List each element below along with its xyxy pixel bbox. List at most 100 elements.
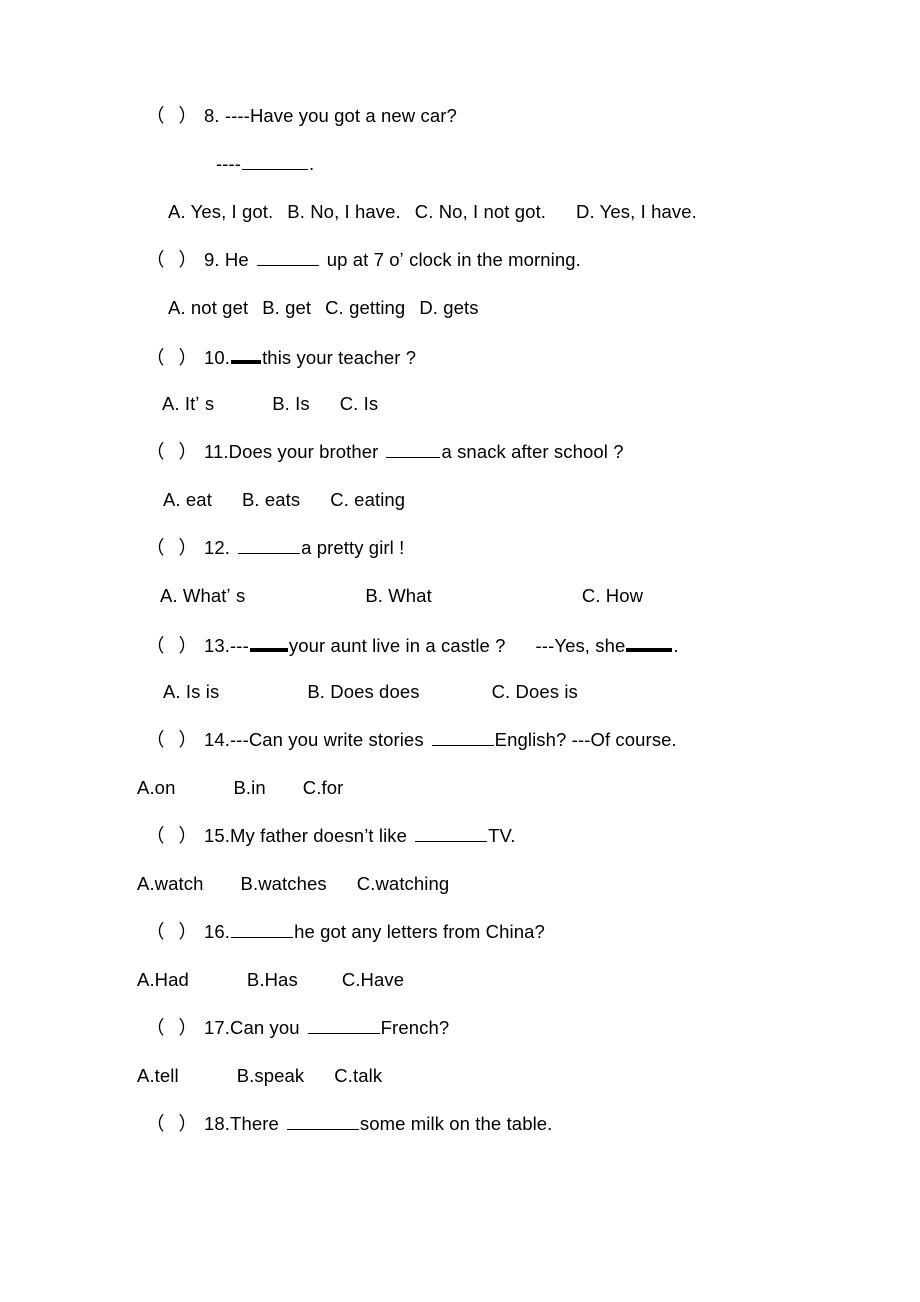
question-16-options: A.Had B.Has C.Have — [137, 969, 404, 991]
answer-bracket-open[interactable]: （ — [146, 347, 165, 368]
question-17-blank[interactable] — [307, 1018, 380, 1034]
option-15-a[interactable]: A.watch — [137, 873, 204, 894]
answer-bracket-close[interactable]: ） — [179, 1113, 198, 1134]
question-14-text-before: 14.---Can you write stories — [204, 729, 424, 750]
question-13-text-middle: your aunt live in a castle ? — [288, 635, 506, 656]
option-11-a[interactable]: A. eat — [163, 489, 212, 510]
question-13-reply: ---Yes, she — [535, 635, 626, 656]
answer-bracket-close[interactable]: ） — [179, 537, 198, 558]
answer-bracket-open[interactable]: （ — [146, 825, 165, 846]
answer-bracket-open[interactable]: （ — [146, 441, 165, 462]
option-16-c[interactable]: C.Have — [342, 969, 404, 990]
option-12-a[interactable]: A. Whatʼ s — [160, 585, 245, 606]
question-10-stem: （ ） 10. this your teacher ? — [146, 345, 416, 369]
question-15-blank[interactable] — [415, 826, 488, 842]
option-10-a[interactable]: A. Itʼ s — [162, 393, 214, 414]
option-14-a[interactable]: A.on — [137, 777, 175, 798]
question-10-text-after: this your teacher ? — [262, 347, 417, 368]
answer-bracket-close[interactable]: ） — [179, 347, 198, 368]
question-18-text-before: 18.There — [204, 1113, 279, 1134]
answer-bracket-close[interactable]: ） — [179, 249, 198, 270]
question-10-blank[interactable] — [231, 345, 262, 364]
question-9-blank[interactable] — [256, 250, 319, 266]
question-14-stem: （ ） 14.---Can you write stories English? --… — [146, 729, 677, 751]
answer-bracket-close[interactable]: ） — [179, 729, 198, 750]
worksheet-page: （ ） 8. ----Have you got a new car? ----. A… — [0, 0, 920, 1302]
question-11-text-before: 11.Does your brother — [204, 441, 379, 462]
option-15-b[interactable]: B.watches — [241, 873, 327, 894]
question-8-continuation: ----. — [216, 153, 314, 175]
question-15-stem: （ ） 15.My father doesn’t like TV. — [146, 825, 515, 847]
question-12-stem: （ ） 12. a pretty girl ! — [146, 537, 404, 559]
question-13-blank-1[interactable] — [249, 633, 288, 652]
answer-bracket-open[interactable]: （ — [146, 537, 165, 558]
question-9-stem: （ ） 9. He up at 7 oʼ clock in the morning. — [146, 249, 581, 271]
question-8-period: . — [309, 153, 315, 174]
option-8-d[interactable]: D. Yes, I have. — [576, 201, 697, 222]
question-13-blank-2[interactable] — [626, 633, 673, 652]
question-14-blank[interactable] — [431, 730, 494, 746]
option-9-c[interactable]: C. getting — [325, 297, 405, 318]
option-13-b[interactable]: B. Does does — [307, 681, 419, 702]
option-10-c[interactable]: C. Is — [340, 393, 379, 414]
option-14-b[interactable]: B.in — [233, 777, 265, 798]
question-16-stem: （ ） 16. he got any letters from China? — [146, 921, 545, 943]
question-12-text-after: a pretty girl ! — [301, 537, 405, 558]
question-15-text-before: 15.My father doesn’t like — [204, 825, 408, 846]
option-8-b[interactable]: B. No, I have. — [287, 201, 400, 222]
option-13-c[interactable]: C. Does is — [492, 681, 578, 702]
question-16-blank[interactable] — [231, 922, 294, 938]
question-17-text-after: French? — [380, 1017, 450, 1038]
question-12-blank[interactable] — [238, 538, 301, 554]
option-9-d[interactable]: D. gets — [419, 297, 478, 318]
question-8-blank[interactable] — [242, 154, 309, 170]
question-14-text-after: English? ---Of course. — [494, 729, 677, 750]
question-12-text-before: 12. — [204, 537, 231, 558]
question-15-options: A.watch B.watches C.watching — [137, 873, 449, 895]
question-9-text-after: up at 7 oʼ clock in the morning. — [326, 249, 581, 270]
question-10-text-before: 10. — [204, 347, 231, 368]
question-11-blank[interactable] — [386, 442, 441, 458]
question-11-stem: （ ） 11.Does your brother a snack after scho… — [146, 441, 624, 463]
answer-bracket-close[interactable]: ） — [179, 921, 198, 942]
option-17-b[interactable]: B.speak — [237, 1065, 305, 1086]
option-17-c[interactable]: C.talk — [334, 1065, 382, 1086]
option-11-b[interactable]: B. eats — [242, 489, 300, 510]
question-13-stem: （ ） 13.--- your aunt live in a castle ? ---Y… — [146, 633, 679, 657]
question-8-text: 8. ----Have you got a new car? — [204, 105, 457, 126]
question-8-stem: （ ） 8. ----Have you got a new car? — [146, 105, 457, 127]
answer-bracket-close[interactable]: ） — [179, 825, 198, 846]
option-15-c[interactable]: C.watching — [357, 873, 450, 894]
option-11-c[interactable]: C. eating — [330, 489, 405, 510]
question-15-text-after: TV. — [488, 825, 516, 846]
question-18-stem: （ ） 18.There some milk on the table. — [146, 1113, 552, 1135]
option-17-a[interactable]: A.tell — [137, 1065, 179, 1086]
answer-bracket-open[interactable]: （ — [146, 921, 165, 942]
question-12-options: A. Whatʼ s B. What C. How — [160, 585, 643, 607]
answer-bracket-open[interactable]: （ — [146, 729, 165, 750]
option-8-c[interactable]: C. No, I not got. — [415, 201, 546, 222]
option-16-a[interactable]: A.Had — [137, 969, 189, 990]
option-12-b[interactable]: B. What — [365, 585, 432, 606]
answer-bracket-close[interactable]: ） — [179, 1017, 198, 1038]
option-10-b[interactable]: B. Is — [272, 393, 310, 414]
question-11-options: A. eat B. eats C. eating — [163, 489, 405, 511]
option-12-c[interactable]: C. How — [582, 585, 643, 606]
option-9-a[interactable]: A. not get — [168, 297, 248, 318]
answer-bracket-open[interactable]: （ — [146, 635, 165, 656]
answer-bracket-open[interactable]: （ — [146, 105, 165, 126]
option-14-c[interactable]: C.for — [303, 777, 344, 798]
answer-bracket-close[interactable]: ） — [179, 635, 198, 656]
answer-bracket-open[interactable]: （ — [146, 1017, 165, 1038]
answer-bracket-close[interactable]: ） — [179, 105, 198, 126]
option-13-a[interactable]: A. Is is — [163, 681, 219, 702]
answer-bracket-open[interactable]: （ — [146, 249, 165, 270]
question-18-text-after: some milk on the table. — [359, 1113, 553, 1134]
question-18-blank[interactable] — [286, 1114, 359, 1130]
answer-bracket-close[interactable]: ） — [179, 441, 198, 462]
question-9-text-before: 9. He — [204, 249, 249, 270]
option-8-a[interactable]: A. Yes, I got. — [168, 201, 273, 222]
option-9-b[interactable]: B. get — [262, 297, 311, 318]
answer-bracket-open[interactable]: （ — [146, 1113, 165, 1134]
option-16-b[interactable]: B.Has — [247, 969, 298, 990]
